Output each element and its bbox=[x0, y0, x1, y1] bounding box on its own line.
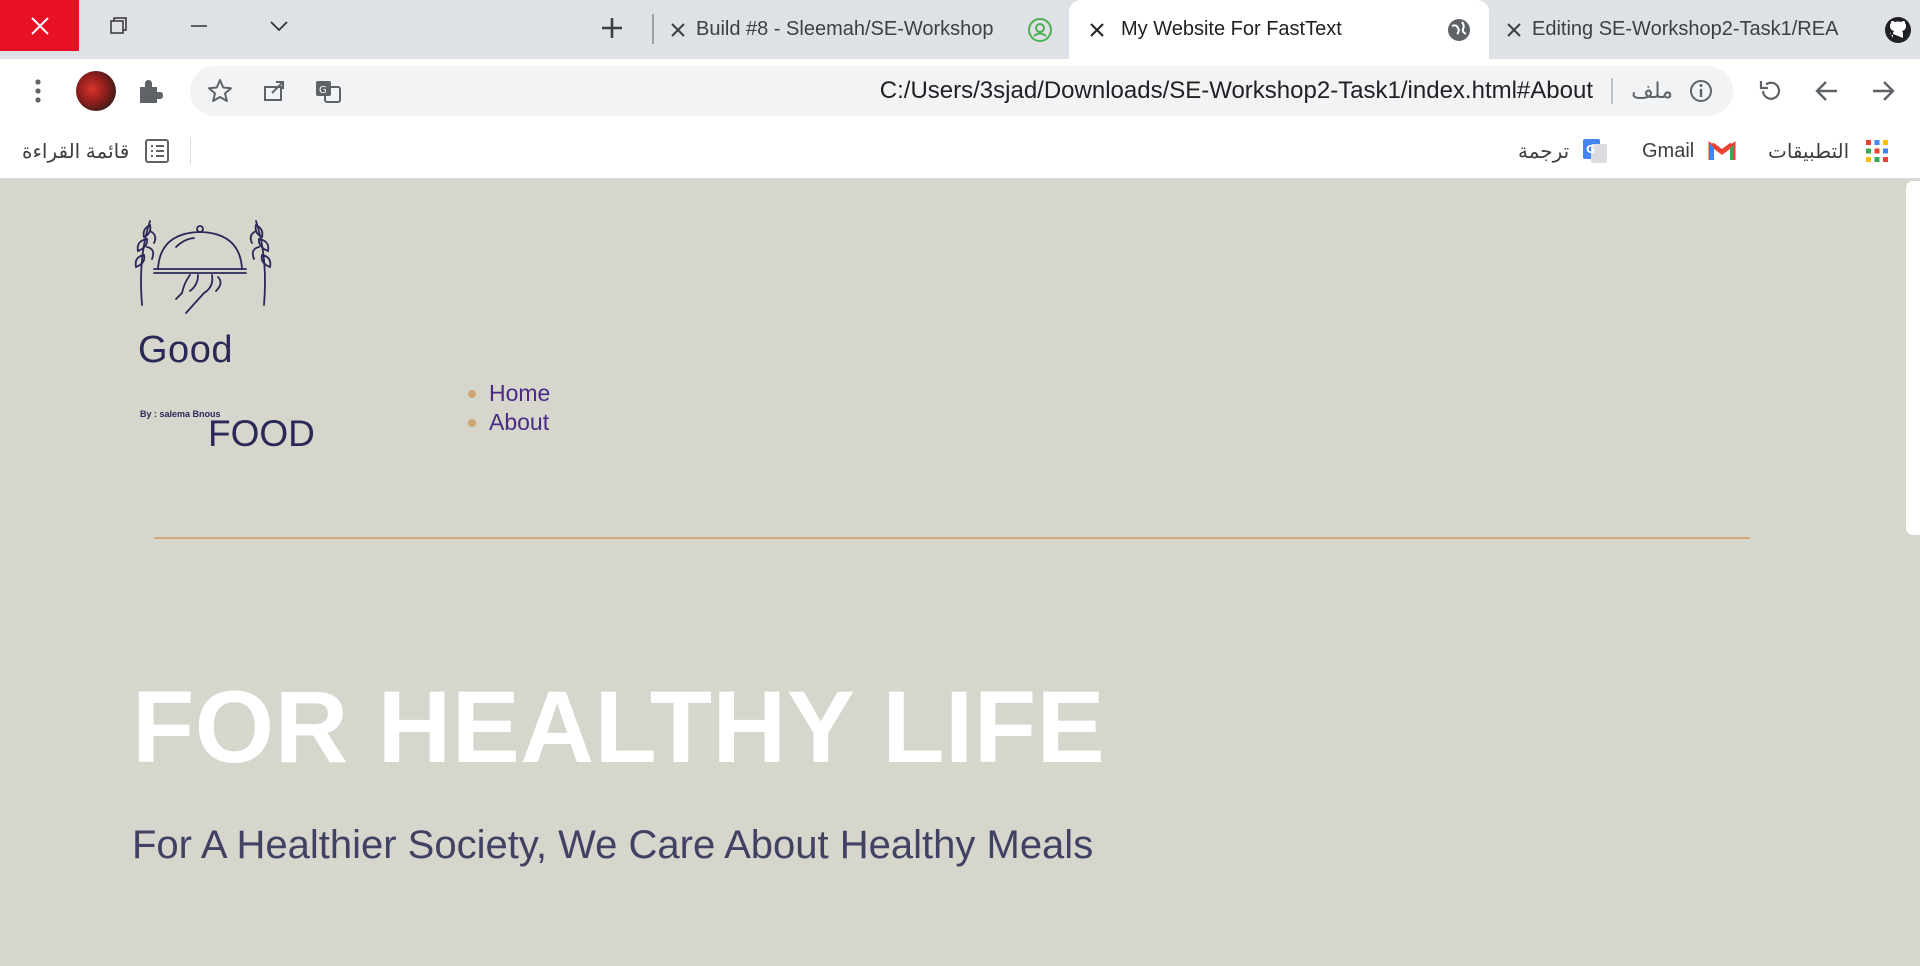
logo-word-good: Good bbox=[138, 329, 233, 371]
tab-close-button[interactable] bbox=[1079, 22, 1115, 38]
bookmark-translate[interactable]: ترجمة G bbox=[1518, 131, 1611, 171]
bookmark-translate-label: ترجمة bbox=[1518, 140, 1570, 163]
svg-text:G: G bbox=[319, 85, 327, 96]
more-vertical-icon bbox=[35, 79, 41, 103]
site-info-button[interactable] bbox=[1681, 71, 1721, 111]
close-icon bbox=[1507, 22, 1521, 37]
tab-build[interactable]: Build #8 - Sleemah/SE-Workshop bbox=[660, 0, 1062, 59]
site-nav: Home About bbox=[468, 379, 550, 437]
good-food-logo: Good By : salema Bnous FOOD bbox=[128, 217, 328, 454]
puzzle-icon bbox=[140, 80, 163, 103]
arrow-right-icon bbox=[1873, 81, 1895, 101]
reload-button[interactable] bbox=[1751, 71, 1791, 111]
url-text: C:/Users/3sjad/Downloads/SE-Workshop2-Ta… bbox=[879, 77, 1593, 104]
tab-title: Build #8 - Sleemah/SE-Workshop bbox=[696, 18, 994, 40]
close-icon bbox=[671, 22, 685, 37]
file-scheme-label: ملف bbox=[1631, 78, 1673, 103]
bullet bbox=[468, 389, 476, 398]
hero-title: FOR HEALTHY LIFE bbox=[132, 670, 1106, 784]
bookmark-gmail-label: Gmail bbox=[1642, 139, 1695, 162]
address-bar[interactable]: G C:/Users/3sjad/Downloads/SE-Workshop2-… bbox=[190, 66, 1733, 116]
tab-close-button[interactable] bbox=[660, 22, 696, 38]
google-translate-icon: G bbox=[1579, 135, 1611, 167]
chevron-down-icon bbox=[270, 20, 288, 31]
profile-avatar[interactable] bbox=[76, 71, 116, 111]
serving-cloche-icon bbox=[134, 220, 272, 314]
window-minimize-button[interactable] bbox=[159, 0, 239, 51]
bookmarks-bar: قائمة القراءة ترجمة G Gmail التطبيقات bbox=[0, 123, 1920, 179]
info-icon bbox=[1690, 80, 1712, 102]
restore-icon bbox=[110, 16, 127, 34]
hero-subtitle: For A Healthier Society, We Care About H… bbox=[132, 823, 1094, 867]
browser-menu-button[interactable] bbox=[18, 71, 58, 111]
globe-icon bbox=[1429, 17, 1489, 43]
apps-button[interactable]: التطبيقات bbox=[1768, 131, 1893, 171]
close-icon bbox=[30, 16, 49, 35]
translate-page-button[interactable]: G bbox=[308, 71, 348, 111]
share-icon bbox=[264, 81, 284, 101]
reading-list-button[interactable]: قائمة القراءة bbox=[22, 131, 173, 171]
gmail-icon bbox=[1706, 135, 1738, 167]
address-separator bbox=[1611, 78, 1613, 104]
logo-word-food: FOOD bbox=[208, 413, 315, 454]
window-close-button[interactable] bbox=[0, 0, 79, 51]
appveyor-icon bbox=[1018, 17, 1062, 43]
forward-button[interactable] bbox=[1863, 71, 1903, 111]
nav-link-home[interactable]: Home bbox=[489, 380, 550, 407]
tab-separator bbox=[652, 14, 654, 44]
tab-title: Editing SE-Workshop2-Task1/REA bbox=[1532, 18, 1839, 40]
bookmarks-separator bbox=[190, 137, 191, 165]
plus-icon bbox=[602, 18, 622, 38]
tab-editing-readme[interactable]: Editing SE-Workshop2-Task1/REA bbox=[1496, 0, 1920, 59]
scrollbar-thumb[interactable] bbox=[1906, 181, 1920, 535]
apps-label: التطبيقات bbox=[1768, 140, 1850, 163]
nav-link-about[interactable]: About bbox=[489, 409, 549, 436]
translate-icon: G bbox=[316, 81, 341, 103]
bullet bbox=[468, 418, 476, 427]
header-divider bbox=[154, 537, 1750, 539]
browser-toolbar: G C:/Users/3sjad/Downloads/SE-Workshop2-… bbox=[0, 59, 1920, 123]
tab-title: My Website For FastText bbox=[1121, 18, 1342, 40]
tab-strip: Build #8 - Sleemah/SE-Workshop My Websit… bbox=[0, 0, 1920, 59]
new-tab-button[interactable] bbox=[592, 8, 632, 48]
svg-text:G: G bbox=[1586, 143, 1595, 156]
share-button[interactable] bbox=[254, 71, 294, 111]
extensions-button[interactable] bbox=[130, 71, 170, 111]
apps-grid-icon bbox=[1861, 135, 1893, 167]
reading-list-icon bbox=[141, 135, 173, 167]
nav-item-home: Home bbox=[468, 379, 550, 408]
arrow-left-icon bbox=[1815, 81, 1837, 101]
nav-item-about: About bbox=[468, 408, 550, 437]
reload-icon bbox=[1759, 81, 1781, 100]
tab-close-button[interactable] bbox=[1496, 22, 1532, 38]
star-icon bbox=[208, 79, 232, 102]
web-page: Good By : salema Bnous FOOD Home About F… bbox=[0, 179, 1920, 966]
tab-search-button[interactable] bbox=[239, 0, 319, 51]
tab-my-website[interactable]: My Website For FastText bbox=[1069, 0, 1489, 59]
bookmark-gmail[interactable]: Gmail bbox=[1642, 131, 1738, 171]
window-restore-button[interactable] bbox=[79, 0, 159, 51]
close-icon bbox=[1090, 22, 1104, 37]
back-button[interactable] bbox=[1807, 71, 1847, 111]
reading-list-label: قائمة القراءة bbox=[22, 140, 130, 163]
github-icon bbox=[1876, 16, 1920, 44]
bookmark-star-button[interactable] bbox=[200, 71, 240, 111]
minimize-icon bbox=[191, 24, 207, 27]
